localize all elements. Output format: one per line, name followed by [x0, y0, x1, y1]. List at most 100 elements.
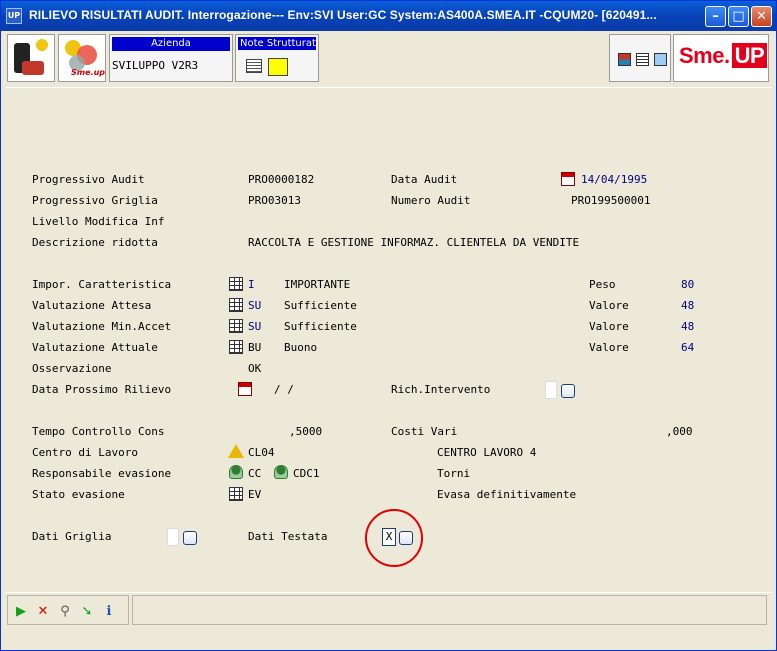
brand-sme: Sme. [679, 43, 730, 68]
stato-evasione-label: Stato evasione [32, 488, 125, 501]
progressivo-griglia-value: PRO03013 [248, 194, 301, 207]
valutazione-attesa-desc: Sufficiente [284, 299, 357, 312]
table-icon[interactable] [229, 298, 243, 312]
calendar-icon[interactable] [238, 382, 252, 396]
osservazione-value: OK [248, 362, 262, 375]
descrizione-label: Descrizione ridotta [32, 236, 158, 249]
dati-griglia-button[interactable] [183, 531, 197, 545]
valutazione-attesa-label: Valutazione Attesa [32, 299, 152, 312]
tempo-controllo-value: ,5000 [289, 425, 323, 438]
status-bar: ▶ ✕ ⚲ ➘ ℹ [5, 592, 772, 626]
window-title: RILIEVO RISULTATI AUDIT. Interrogazione-… [29, 8, 657, 22]
peso-value: 80 [681, 278, 695, 291]
valutazione-attuale-label: Valutazione Attuale [32, 341, 158, 354]
note-panel: Note Strutturate [235, 34, 319, 82]
valutazione-attuale-code: BU [248, 341, 262, 354]
responsabile-label: Responsabile evasione [32, 467, 172, 480]
table-icon[interactable] [229, 277, 243, 291]
back-arrow-icon[interactable]: ➘ [80, 605, 94, 619]
maximize-button[interactable]: □ [728, 6, 749, 27]
costi-vari-label: Costi Vari [391, 425, 458, 438]
note-label: Note Strutturate [238, 37, 316, 50]
table-icon[interactable] [229, 487, 243, 501]
monitor-icon[interactable] [618, 53, 631, 66]
person-icon[interactable] [229, 465, 243, 479]
company-logo[interactable] [7, 34, 55, 82]
azienda-value: SVILUPPO V2R3 [112, 59, 199, 72]
brand-up: UP [731, 43, 768, 68]
numero-audit-value: PRO199500001 [571, 194, 651, 207]
rich-intervento-button[interactable] [561, 384, 575, 398]
valutazione-attesa-code: SU [248, 299, 262, 312]
main-window: UP RILIEVO RISULTATI AUDIT. Interrogazio… [0, 0, 777, 651]
progressivo-audit-label: Progressivo Audit [32, 173, 145, 186]
progressivo-griglia-label: Progressivo Griglia [32, 194, 158, 207]
minimize-button[interactable]: – [705, 6, 726, 27]
azienda-label: Azienda [112, 37, 230, 51]
table-icon[interactable] [229, 319, 243, 333]
action-panel: ▶ ✕ ⚲ ➘ ℹ [7, 595, 129, 625]
stato-evasione-code: EV [248, 488, 262, 501]
dati-griglia-label: Dati Griglia [32, 530, 112, 543]
valore-label: Valore [589, 341, 629, 354]
livello-modifica-label: Livello Modifica Inf [32, 215, 165, 228]
title-bar[interactable]: UP RILIEVO RISULTATI AUDIT. Interrogazio… [1, 1, 776, 31]
impor-caratteristica-desc: IMPORTANTE [284, 278, 351, 291]
document-icon[interactable] [636, 53, 649, 66]
dati-griglia-checkbox[interactable] [167, 528, 179, 546]
valore-value: 48 [681, 299, 695, 312]
dati-testata-button[interactable] [399, 531, 413, 545]
folder-icon[interactable] [654, 53, 667, 66]
rich-intervento-label: Rich.Intervento [391, 383, 491, 396]
dati-testata-label: Dati Testata [248, 530, 328, 543]
rich-intervento-checkbox[interactable] [545, 381, 557, 399]
dati-testata-checkbox[interactable]: X [382, 528, 396, 546]
tempo-controllo-label: Tempo Controllo Cons [32, 425, 165, 438]
impor-caratteristica-code: I [248, 278, 255, 291]
smeup-logo[interactable]: Sme.up [58, 34, 106, 82]
responsabile-code2: CDC1 [293, 467, 320, 480]
valore-label: Valore [589, 320, 629, 333]
person-icon[interactable] [274, 465, 288, 479]
centro-lavoro-label: Centro di Lavoro [32, 446, 138, 459]
calendar-icon[interactable] [561, 172, 575, 186]
table-icon[interactable] [229, 340, 243, 354]
stato-evasione-desc: Evasa definitivamente [437, 488, 577, 501]
valutazione-min-label: Valutazione Min.Accet [32, 320, 172, 333]
play-icon[interactable]: ▶ [14, 605, 28, 619]
info-icon[interactable]: ℹ [102, 605, 116, 619]
form-content: Progressivo Audit PRO0000182 Data Audit … [5, 87, 772, 589]
toolbar: Sme.up Azienda SVILUPPO V2R3 Note Strutt… [5, 32, 772, 84]
close-button[interactable]: ✕ [751, 6, 772, 27]
azienda-panel: Azienda SVILUPPO V2R3 [109, 34, 233, 82]
cancel-icon[interactable]: ✕ [36, 605, 50, 619]
app-icon: UP [6, 8, 22, 24]
message-panel [132, 595, 767, 625]
responsabile-code1: CC [248, 467, 262, 480]
tools-panel [609, 34, 671, 82]
valutazione-min-code: SU [248, 320, 262, 333]
progressivo-audit-value: PRO0000182 [248, 173, 315, 186]
valore-label: Valore [589, 299, 629, 312]
osservazione-label: Osservazione [32, 362, 112, 375]
warning-icon[interactable] [228, 444, 244, 458]
responsabile-desc: Torni [437, 467, 471, 480]
valore-value: 48 [681, 320, 695, 333]
centro-lavoro-desc: CENTRO LAVORO 4 [437, 446, 537, 459]
numero-audit-label: Numero Audit [391, 194, 471, 207]
valutazione-min-desc: Sufficiente [284, 320, 357, 333]
smeup-logo-text: Sme.up [71, 68, 105, 77]
data-audit-label: Data Audit [391, 173, 458, 186]
impor-caratteristica-label: Impor. Caratteristica [32, 278, 172, 291]
costi-vari-value: ,000 [666, 425, 693, 438]
valutazione-attuale-desc: Buono [284, 341, 318, 354]
valore-value: 64 [681, 341, 695, 354]
data-audit-value: 14/04/1995 [581, 173, 648, 186]
note-icon[interactable] [268, 58, 288, 76]
search-icon[interactable]: ⚲ [58, 605, 72, 619]
brand-logo: Sme. UP [673, 34, 769, 82]
data-prossimo-label: Data Prossimo Rilievo [32, 383, 172, 396]
descrizione-value: RACCOLTA E GESTIONE INFORMAZ. CLIENTELA … [248, 236, 580, 249]
list-icon[interactable] [246, 59, 262, 73]
centro-lavoro-code: CL04 [248, 446, 275, 459]
